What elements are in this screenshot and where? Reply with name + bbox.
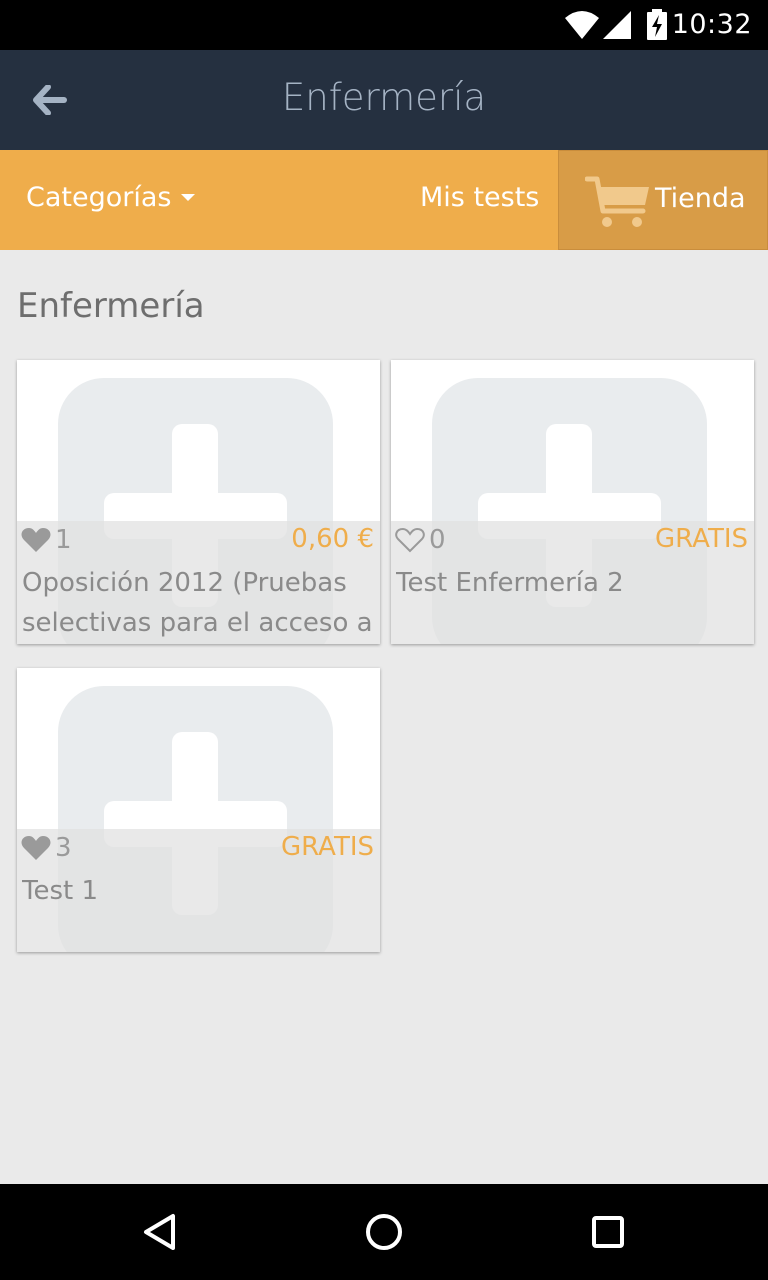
categories-label: Categorías xyxy=(26,182,172,213)
section-title: Enfermería xyxy=(17,286,205,326)
caret-down-icon xyxy=(181,194,196,201)
app-bar: Enfermería xyxy=(0,50,768,150)
test-title: Test 1 xyxy=(22,876,99,906)
home-circle-icon xyxy=(366,1214,402,1250)
likes[interactable]: 3 xyxy=(21,833,72,863)
signal-icon xyxy=(603,11,631,39)
price-label: GRATIS xyxy=(281,832,374,862)
status-bar: 10:32 xyxy=(0,0,768,50)
likes-count: 1 xyxy=(55,525,72,555)
store-label: Tienda xyxy=(655,183,746,214)
system-recents-button[interactable] xyxy=(578,1202,638,1262)
recents-square-icon xyxy=(592,1216,624,1248)
test-title: Oposición 2012 (Pruebas selectivas para … xyxy=(22,568,373,638)
test-card[interactable]: 1 0,60 € Oposición 2012 (Pruebas selecti… xyxy=(17,360,380,644)
price-label: GRATIS xyxy=(655,524,748,554)
shopping-cart-icon xyxy=(585,176,649,227)
battery-charging-icon xyxy=(647,9,667,40)
likes[interactable]: 0 xyxy=(395,525,446,555)
my-tests-tab[interactable]: Mis tests xyxy=(420,182,539,213)
store-tab[interactable]: Tienda xyxy=(558,150,768,250)
system-back-button[interactable] xyxy=(130,1202,190,1262)
heart-filled-icon xyxy=(21,528,51,552)
system-nav-bar xyxy=(0,1184,768,1280)
category-nav-bar: Categorías Mis tests Tienda xyxy=(0,150,768,250)
system-home-button[interactable] xyxy=(354,1202,414,1262)
back-triangle-icon xyxy=(144,1214,175,1250)
test-card[interactable]: 3 GRATIS Test 1 xyxy=(17,668,380,952)
price-label: 0,60 € xyxy=(291,524,374,554)
test-card[interactable]: 0 GRATIS Test Enfermería 2 xyxy=(391,360,754,644)
categories-dropdown[interactable]: Categorías xyxy=(26,182,196,213)
likes-count: 0 xyxy=(429,525,446,555)
wifi-icon xyxy=(565,11,599,39)
page-title: Enfermería xyxy=(281,76,487,119)
likes[interactable]: 1 xyxy=(21,525,72,555)
heart-filled-icon xyxy=(21,836,51,860)
test-title: Test Enfermería 2 xyxy=(396,568,624,598)
clock: 10:32 xyxy=(671,9,752,40)
heart-outline-icon xyxy=(395,527,425,553)
likes-count: 3 xyxy=(55,833,72,863)
